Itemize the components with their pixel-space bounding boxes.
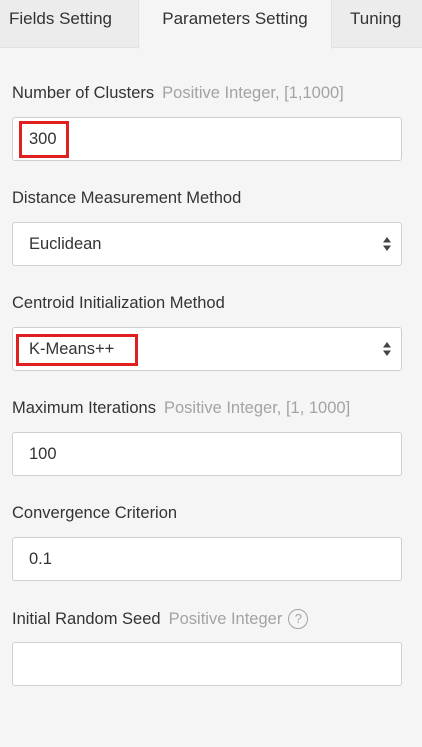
random-seed-hint: Positive Integer <box>168 610 283 628</box>
distance-method-select[interactable]: Euclidean <box>12 222 402 266</box>
question-circle-icon[interactable]: ? <box>288 609 309 629</box>
num-clusters-label-text: Number of Clusters <box>12 84 155 102</box>
tab-bar: Fields Setting Parameters Setting Tuning <box>0 0 422 49</box>
num-clusters-label: Number of Clusters Positive Integer, [1,1… <box>12 84 344 103</box>
convergence-input[interactable] <box>13 538 401 580</box>
num-clusters-input[interactable] <box>13 118 401 160</box>
centroid-init-select[interactable]: K-Means++ <box>12 327 402 371</box>
max-iterations-label-text: Maximum Iterations <box>12 399 156 417</box>
centroid-init-label-text: Centroid Initialization Method <box>12 294 225 312</box>
max-iterations-hint: Positive Integer, [1, 1000] <box>163 399 351 417</box>
sort-arrows-icon <box>383 237 391 251</box>
distance-method-label-text: Distance Measurement Method <box>12 189 242 207</box>
convergence-field[interactable] <box>12 537 402 581</box>
num-clusters-field[interactable] <box>12 117 402 161</box>
random-seed-field[interactable] <box>12 642 402 686</box>
num-clusters-hint: Positive Integer, [1,1000] <box>162 84 344 102</box>
centroid-init-value: K-Means++ <box>29 340 115 358</box>
max-iterations-field[interactable] <box>12 432 402 476</box>
random-seed-label: Initial Random Seed Positive Integer? <box>12 609 309 629</box>
tab-parameters-setting[interactable]: Parameters Setting <box>138 0 332 49</box>
sort-arrows-icon <box>383 342 391 356</box>
tab-tuning[interactable]: Tuning <box>332 0 422 48</box>
centroid-init-label: Centroid Initialization Method <box>12 294 225 313</box>
distance-method-label: Distance Measurement Method <box>12 189 241 208</box>
random-seed-label-text: Initial Random Seed <box>12 610 161 628</box>
tab-fields-setting[interactable]: Fields Setting <box>0 0 138 48</box>
max-iterations-input[interactable] <box>13 433 401 475</box>
random-seed-input[interactable] <box>13 643 401 685</box>
convergence-label-text: Convergence Criterion <box>12 504 178 522</box>
max-iterations-label: Maximum Iterations Positive Integer, [1, … <box>12 399 350 418</box>
convergence-label: Convergence Criterion <box>12 504 177 523</box>
distance-method-value: Euclidean <box>29 235 102 253</box>
